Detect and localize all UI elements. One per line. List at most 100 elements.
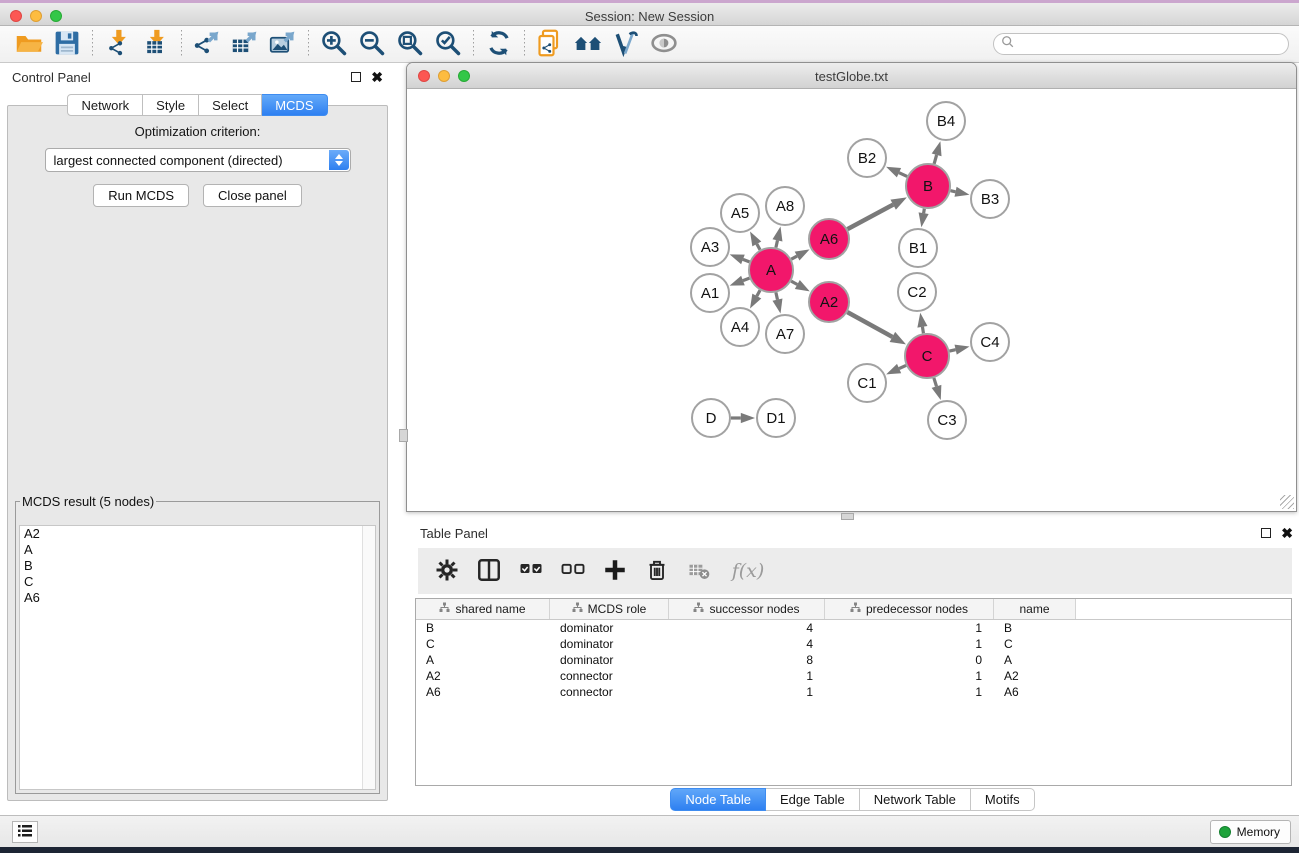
mcds-result-item[interactable]: A xyxy=(20,542,375,558)
float-panel-icon[interactable] xyxy=(351,72,361,82)
column-header-shared-name[interactable]: shared name xyxy=(416,599,550,619)
node-C[interactable]: C xyxy=(905,334,949,378)
cell-successor-nodes[interactable]: 1 xyxy=(669,668,825,684)
cell-shared-name[interactable]: C xyxy=(416,636,550,652)
edge-A-A4[interactable] xyxy=(750,290,761,308)
zoom-selected-button[interactable] xyxy=(429,28,467,60)
task-history-button[interactable] xyxy=(12,821,38,843)
add-button[interactable] xyxy=(600,556,630,586)
node-B3[interactable]: B3 xyxy=(971,180,1009,218)
cell-shared-name[interactable]: A2 xyxy=(416,668,550,684)
export-network-button[interactable] xyxy=(188,28,226,60)
cell-name[interactable]: A2 xyxy=(994,668,1076,684)
node-A5[interactable]: A5 xyxy=(721,194,759,232)
node-D[interactable]: D xyxy=(692,399,730,437)
cell-name[interactable]: A6 xyxy=(994,684,1076,700)
edge-C-C3[interactable] xyxy=(932,378,942,400)
cell-MCDS-role[interactable]: dominator xyxy=(550,652,669,668)
edge-A6-B[interactable] xyxy=(848,197,907,229)
edge-B-B2[interactable] xyxy=(886,167,907,178)
edge-A-A7[interactable] xyxy=(772,292,782,313)
node-C2[interactable]: C2 xyxy=(898,273,936,311)
import-table-button[interactable] xyxy=(137,28,175,60)
table-row[interactable]: Adominator80A xyxy=(416,652,1291,668)
node-A1[interactable]: A1 xyxy=(691,274,729,312)
node-D1[interactable]: D1 xyxy=(757,399,795,437)
mcds-result-item[interactable]: A2 xyxy=(20,526,375,542)
unselect-all-button[interactable] xyxy=(558,556,588,586)
cell-MCDS-role[interactable]: dominator xyxy=(550,620,669,636)
node-A[interactable]: A xyxy=(749,248,793,292)
search-input[interactable] xyxy=(1015,37,1288,51)
mcds-result-list[interactable]: A2ABCA6 xyxy=(19,525,376,790)
cell-successor-nodes[interactable]: 8 xyxy=(669,652,825,668)
edge-B-B3[interactable] xyxy=(951,187,970,197)
cell-name[interactable]: B xyxy=(994,620,1076,636)
edge-A-A1[interactable] xyxy=(730,276,750,286)
memory-button[interactable]: Memory xyxy=(1210,820,1291,844)
edge-A-A3[interactable] xyxy=(730,254,750,264)
table-row[interactable]: A6connector11A6 xyxy=(416,684,1291,700)
node-B1[interactable]: B1 xyxy=(899,229,937,267)
network-canvas[interactable]: B4B2BB3A5A8A6A3AB1A1C2A2A4A7CC4C1C3DD1 xyxy=(407,89,1296,511)
splitter-handle[interactable] xyxy=(841,513,854,520)
column-header-successor-nodes[interactable]: successor nodes xyxy=(669,599,825,619)
edge-C-C4[interactable] xyxy=(949,345,969,355)
cell-predecessor-nodes[interactable]: 1 xyxy=(825,636,994,652)
node-A8[interactable]: A8 xyxy=(766,187,804,225)
node-A6[interactable]: A6 xyxy=(809,219,849,259)
close-panel-icon[interactable]: ✖ xyxy=(371,72,383,82)
show-details-eye-button[interactable] xyxy=(645,28,683,60)
edge-B-B4[interactable] xyxy=(932,141,942,164)
cell-predecessor-nodes[interactable]: 1 xyxy=(825,684,994,700)
trash-button[interactable] xyxy=(642,556,672,586)
zoom-out-button[interactable] xyxy=(353,28,391,60)
network-graph[interactable]: B4B2BB3A5A8A6A3AB1A1C2A2A4A7CC4C1C3DD1 xyxy=(407,89,1296,511)
node-A4[interactable]: A4 xyxy=(721,308,759,346)
mcds-list-scrollbar[interactable] xyxy=(362,526,375,789)
select-all-button[interactable] xyxy=(516,556,546,586)
node-B2[interactable]: B2 xyxy=(848,139,886,177)
edge-C-C2[interactable] xyxy=(917,313,927,334)
tab-network-table[interactable]: Network Table xyxy=(860,788,971,811)
tab-network[interactable]: Network xyxy=(67,94,143,116)
cell-MCDS-role[interactable]: connector xyxy=(550,668,669,684)
node-A3[interactable]: A3 xyxy=(691,228,729,266)
tab-edge-table[interactable]: Edge Table xyxy=(766,788,860,811)
zoom-in-button[interactable] xyxy=(315,28,353,60)
cell-name[interactable]: C xyxy=(994,636,1076,652)
run-mcds-button[interactable]: Run MCDS xyxy=(93,184,189,207)
splitter-handle[interactable] xyxy=(399,429,408,442)
cell-MCDS-role[interactable]: dominator xyxy=(550,636,669,652)
node-C4[interactable]: C4 xyxy=(971,323,1009,361)
edge-D-D1[interactable] xyxy=(731,413,755,423)
cell-shared-name[interactable]: A6 xyxy=(416,684,550,700)
edge-C-C1[interactable] xyxy=(886,364,906,374)
tab-mcds[interactable]: MCDS xyxy=(262,94,327,116)
node-C3[interactable]: C3 xyxy=(928,401,966,439)
cell-MCDS-role[interactable]: connector xyxy=(550,684,669,700)
window-resize-grip[interactable] xyxy=(1280,495,1294,509)
first-neighbors-button[interactable] xyxy=(569,28,607,60)
column-header-predecessor-nodes[interactable]: predecessor nodes xyxy=(825,599,994,619)
cell-successor-nodes[interactable]: 4 xyxy=(669,620,825,636)
node-B[interactable]: B xyxy=(906,164,950,208)
gear-button[interactable] xyxy=(432,556,462,586)
mcds-result-item[interactable]: B xyxy=(20,558,375,574)
new-network-from-selection-button[interactable] xyxy=(531,28,569,60)
cell-successor-nodes[interactable]: 4 xyxy=(669,636,825,652)
table-row[interactable]: A2connector11A2 xyxy=(416,668,1291,684)
network-window-titlebar[interactable]: testGlobe.txt xyxy=(407,63,1296,89)
float-table-panel-icon[interactable] xyxy=(1261,528,1271,538)
criterion-dropdown[interactable]: largest connected component (directed) xyxy=(45,148,351,172)
search-box[interactable] xyxy=(993,33,1289,55)
table-row[interactable]: Bdominator41B xyxy=(416,620,1291,636)
zoom-fit-button[interactable] xyxy=(391,28,429,60)
hide-details-button[interactable] xyxy=(607,28,645,60)
node-C1[interactable]: C1 xyxy=(848,364,886,402)
edge-A-A5[interactable] xyxy=(750,231,761,249)
close-panel-button[interactable]: Close panel xyxy=(203,184,302,207)
cell-name[interactable]: A xyxy=(994,652,1076,668)
export-table-button[interactable] xyxy=(226,28,264,60)
export-image-button[interactable] xyxy=(264,28,302,60)
